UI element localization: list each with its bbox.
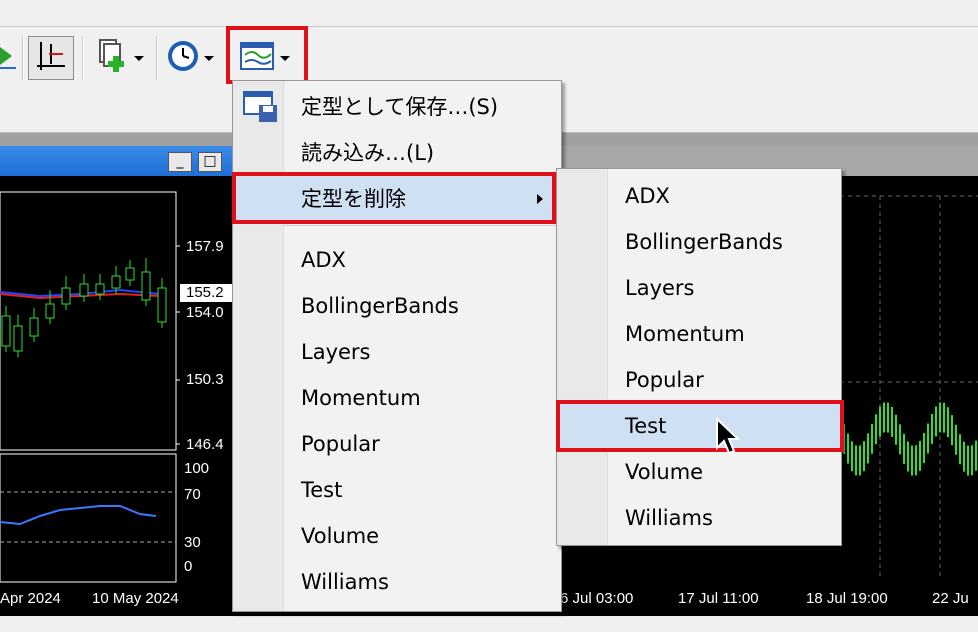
menu-item-template[interactable]: ADX (233, 237, 561, 283)
clock-periods-icon (166, 39, 200, 77)
candle-body (111, 275, 121, 289)
delete-template-submenu: ADX BollingerBands Layers Momentum Popul… (556, 168, 842, 546)
periods-button[interactable] (166, 36, 218, 80)
submenu-item-template[interactable]: Layers (557, 265, 841, 311)
templates-button-highlight-box (226, 26, 308, 84)
date-label: 6 Jul 03:00 (560, 590, 634, 607)
price-label: 157.9 (186, 238, 224, 255)
candle-body (61, 287, 71, 305)
menu-item-template[interactable]: Test (233, 467, 561, 513)
indicator-line (0, 505, 157, 526)
maximize-button[interactable]: □ (198, 152, 222, 172)
price-label: 150.3 (186, 371, 224, 388)
price-label: 154.0 (186, 304, 224, 321)
indicator-label: 70 (184, 486, 201, 503)
submenu-item-template[interactable]: BollingerBands (557, 219, 841, 265)
crosshair-chart-icon (35, 40, 67, 76)
crosshair-chart-button[interactable] (28, 36, 74, 80)
play-icon (0, 41, 18, 75)
new-chart-button[interactable] (96, 36, 148, 80)
save-template-icon (243, 91, 279, 128)
date-label: 17 Jul 11:00 (678, 590, 759, 607)
current-price-label: 155.2 (186, 284, 224, 301)
candle-body (125, 267, 135, 281)
submenu-item-template[interactable]: ADX (557, 173, 841, 219)
indicator-label: 100 (184, 460, 210, 477)
menu-item-template[interactable]: Popular (233, 421, 561, 467)
candle-body (1, 315, 11, 347)
toolbar-separator (156, 36, 158, 80)
indicator-label: 0 (184, 558, 193, 575)
candle-body (45, 303, 55, 319)
date-label: 18 Jul 19:00 (806, 590, 888, 607)
mouse-cursor-icon (716, 416, 741, 460)
candles-left (1, 258, 167, 357)
submenu-item-template[interactable]: Momentum (557, 311, 841, 357)
delete-template-highlight-box (232, 172, 556, 224)
chevron-down-icon (134, 55, 144, 61)
minimize-button[interactable]: _ (168, 152, 192, 172)
candle-body (157, 287, 167, 323)
bottom-bar (0, 616, 978, 632)
toolbar-separator (22, 36, 24, 80)
candle-body (141, 271, 151, 301)
candle-body (95, 283, 105, 295)
new-chart-plus-icon (96, 38, 130, 78)
menu-item-template[interactable]: Layers (233, 329, 561, 375)
menu-item-template[interactable]: BollingerBands (233, 283, 561, 329)
menu-item-template[interactable]: Momentum (233, 375, 561, 421)
play-button[interactable] (0, 36, 20, 80)
date-label: Apr 2024 (0, 590, 61, 607)
indicator-label: 30 (184, 534, 201, 551)
date-label: 22 Ju (932, 590, 969, 607)
bars-right (843, 402, 977, 476)
price-label: 146.4 (186, 436, 224, 453)
menu-separator (283, 225, 557, 226)
submenu-item-template[interactable]: Popular (557, 357, 841, 403)
test-item-highlight-box (556, 400, 844, 452)
candle-body (13, 325, 23, 352)
menu-item-template[interactable]: Williams (233, 559, 561, 605)
indicator-pane-frame (0, 453, 177, 583)
candle-body (79, 283, 89, 297)
menu-item-template[interactable]: Volume (233, 513, 561, 559)
submenu-item-template[interactable]: Williams (557, 495, 841, 541)
date-label: 10 May 2024 (92, 590, 179, 607)
toolbar-separator (82, 36, 84, 80)
menu-item-save-template[interactable]: 定型として保存…(S) (233, 83, 561, 129)
candle-body (29, 317, 39, 337)
price-pane-frame (0, 191, 177, 451)
templates-menu: 定型として保存…(S) 読み込み…(L) 定型を削除 ADX Bollinger… (232, 80, 562, 612)
menu-item-load-template[interactable]: 読み込み…(L) (233, 129, 561, 175)
submenu-item-template[interactable]: Volume (557, 449, 841, 495)
toolbar-top-divider (0, 26, 978, 27)
chevron-down-icon (204, 55, 214, 61)
